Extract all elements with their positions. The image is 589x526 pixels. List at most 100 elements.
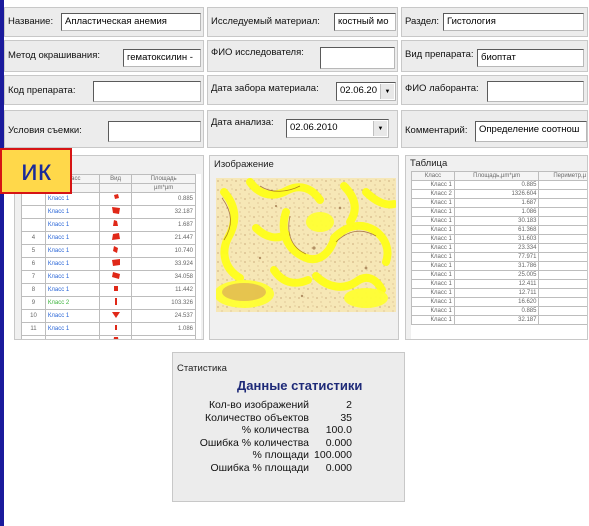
- analysis-date-panel: Дата анализа: 02.06.2010 ▼: [207, 110, 398, 148]
- row-class: Класс 1: [411, 243, 455, 253]
- row-class: Класс 1: [411, 234, 455, 244]
- row-class: Класс 1: [411, 207, 455, 217]
- table-row[interactable]: 4 Класс 1 21.447: [21, 231, 196, 245]
- object-shape-icon: [114, 298, 117, 305]
- stain-field[interactable]: гематоксилин -: [123, 49, 201, 67]
- col-area: Площадь,µm*µm: [453, 171, 540, 181]
- sample-date-combo[interactable]: 02.06.20 ▼: [336, 82, 396, 101]
- prep-type-field[interactable]: биоптат: [477, 49, 584, 67]
- row-object-thumbnail: [98, 218, 133, 232]
- name-label: Название:: [8, 16, 54, 27]
- lab-field[interactable]: [487, 81, 584, 102]
- comment-field[interactable]: Определение соотнош: [475, 121, 587, 142]
- table-row[interactable]: 11 Класс 1 1.086: [21, 322, 196, 336]
- row-perimeter: 2: [538, 315, 587, 325]
- table-row[interactable]: Класс 130.1832: [411, 216, 587, 226]
- row-area: 33.924: [131, 257, 196, 271]
- chevron-down-icon[interactable]: ▼: [380, 84, 394, 99]
- table-row[interactable]: Класс 1 0.885: [21, 192, 196, 206]
- table-row[interactable]: Класс 116.6201: [411, 297, 587, 307]
- object-shape-icon: [111, 312, 120, 318]
- table-row[interactable]: Класс 112.7111: [411, 288, 587, 298]
- row-perimeter: 2: [538, 216, 587, 226]
- prep-code-field[interactable]: [93, 81, 201, 102]
- table-row[interactable]: 12Класс 2 61.368: [21, 335, 196, 339]
- table-row[interactable]: Класс 1 0.885: [411, 306, 587, 316]
- object-shape-icon: [112, 246, 118, 253]
- table-row[interactable]: 5 Класс 1 10.740: [21, 244, 196, 258]
- prep-code-panel: Код препарата:: [4, 75, 204, 105]
- stat-label: Ошибка % площади: [210, 461, 309, 474]
- row-object-thumbnail: [98, 244, 133, 258]
- table-row[interactable]: Класс 131.7862: [411, 261, 587, 271]
- row-number: 12: [21, 335, 46, 339]
- sample-date-panel: Дата забора материала: 02.06.20 ▼: [207, 75, 398, 105]
- table-row[interactable]: Класс 1 1.086: [411, 207, 587, 217]
- table-row[interactable]: 8 Класс 1 11.442: [21, 283, 196, 297]
- section-field[interactable]: Гистология: [443, 13, 584, 31]
- row-area: 11.442: [131, 283, 196, 297]
- analysis-date-label: Дата анализа:: [211, 117, 274, 128]
- analysis-date-combo[interactable]: 02.06.2010 ▼: [286, 119, 389, 138]
- table-row[interactable]: Класс 125.0052: [411, 270, 587, 280]
- lab-panel: ФИО лаборанта:: [401, 75, 588, 105]
- table-row[interactable]: Класс 131.6032: [411, 234, 587, 244]
- shoot-field[interactable]: [108, 121, 201, 142]
- table-row[interactable]: 7 Класс 1 34.058: [21, 270, 196, 284]
- row-class: Класс 1: [411, 270, 455, 280]
- material-field[interactable]: костный мо: [334, 13, 396, 31]
- statistics-heading: Данные статистики: [237, 378, 363, 393]
- row-perimeter: 3: [538, 252, 587, 262]
- table-row[interactable]: 10 Класс 1 24.537: [21, 309, 196, 323]
- chevron-down-icon[interactable]: ▼: [373, 121, 387, 136]
- table-row[interactable]: Класс 1 32.187: [21, 205, 196, 219]
- row-number: 4: [21, 231, 46, 245]
- table-row[interactable]: Класс 1 0.885: [411, 180, 587, 190]
- table-row[interactable]: Класс 177.9713: [411, 252, 587, 262]
- table-row[interactable]: Класс 123.3342: [411, 243, 587, 253]
- row-object-thumbnail: [98, 283, 133, 297]
- table-row[interactable]: Класс 132.1872: [411, 315, 587, 325]
- row-area: 1.687: [131, 218, 196, 232]
- row-area: 32.187: [131, 205, 196, 219]
- stat-label: % площади: [252, 449, 310, 461]
- row-area: 1.086: [453, 207, 540, 217]
- table-row[interactable]: 9 Класс 2 103.326: [21, 296, 196, 310]
- row-area: 1326.604: [453, 189, 540, 199]
- stain-label: Метод окрашивания:: [8, 50, 100, 61]
- microscopy-image[interactable]: [216, 178, 396, 312]
- table-row[interactable]: Класс 21326.60415: [411, 189, 587, 199]
- row-object-thumbnail: [98, 335, 133, 339]
- stat-label: Кол-во изображений: [208, 399, 309, 411]
- shoot-label: Условия съемки:: [8, 125, 82, 136]
- material-label: Исследуемый материал:: [211, 16, 320, 27]
- row-object-thumbnail: [98, 296, 133, 310]
- table-row[interactable]: 6 Класс 1 33.924: [21, 257, 196, 271]
- results-table[interactable]: Класс Площадь,µm*µm Периметр,µ Класс 1 0.…: [411, 171, 587, 325]
- researcher-field[interactable]: [320, 47, 395, 69]
- image-panel: Изображение: [209, 155, 399, 340]
- row-area: 0.885: [453, 306, 540, 316]
- table-row[interactable]: Класс 1 1.687: [411, 198, 587, 208]
- row-area: 24.537: [131, 309, 196, 323]
- row-area: 31.786: [453, 261, 540, 271]
- row-object-thumbnail: [98, 309, 133, 323]
- row-class: Класс 1: [411, 279, 455, 289]
- row-class: Класс 1: [44, 270, 100, 284]
- name-field[interactable]: Апластическая анемия: [61, 13, 201, 31]
- row-area: 12.411: [453, 279, 540, 289]
- table-panel-title: Таблица: [410, 158, 448, 169]
- objects-table[interactable]: Класс Вид Площадь µm*µm Класс 1 0.885 Клас…: [21, 174, 196, 339]
- row-area: 61.368: [453, 225, 540, 235]
- section-panel: Раздел: Гистология: [401, 7, 588, 37]
- objects-table-wrap[interactable]: Класс Вид Площадь µm*µm Класс 1 0.885 Клас…: [21, 174, 201, 339]
- row-perimeter: [538, 198, 587, 208]
- table-row[interactable]: Класс 1 1.687: [21, 218, 196, 232]
- row-area: 25.005: [453, 270, 540, 280]
- row-object-thumbnail: [98, 231, 133, 245]
- table-row[interactable]: Класс 112.4111: [411, 279, 587, 289]
- table-row[interactable]: Класс 161.3682: [411, 225, 587, 235]
- row-area: 77.971: [453, 252, 540, 262]
- results-table-wrap[interactable]: Класс Площадь,µm*µm Периметр,µ Класс 1 0.…: [411, 171, 587, 339]
- row-perimeter: 1: [538, 297, 587, 307]
